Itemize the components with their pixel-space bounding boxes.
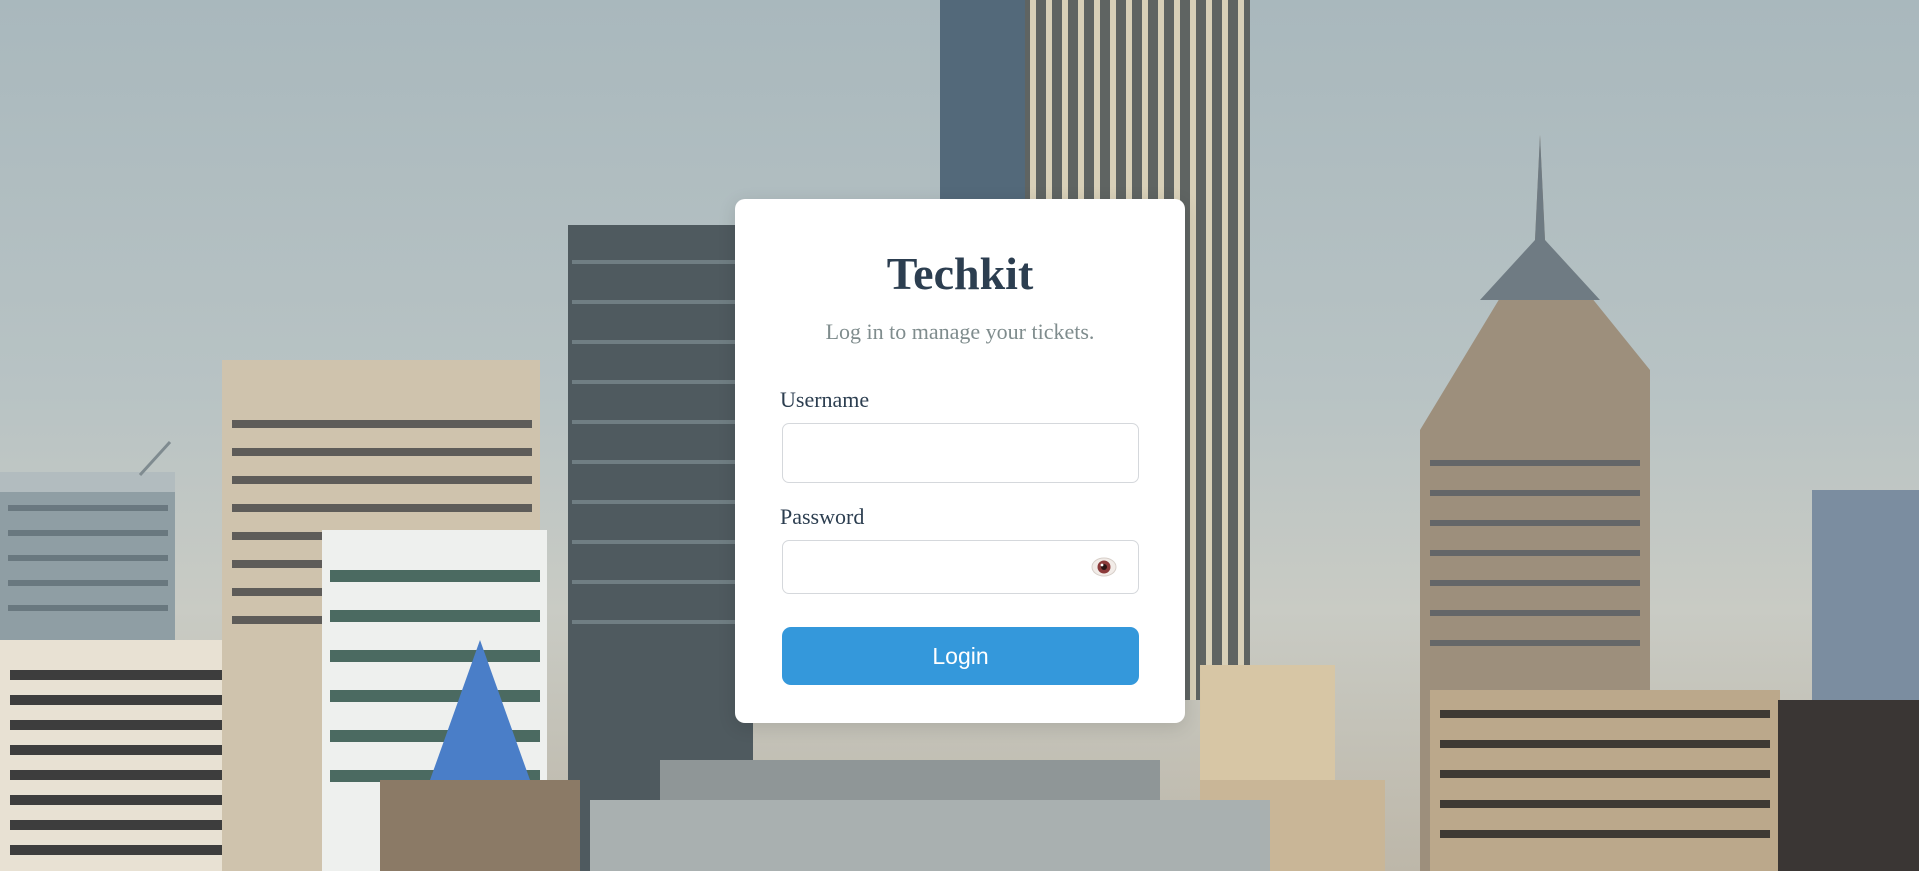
username-label: Username [780,387,870,412]
app-title: Techkit [886,248,1034,299]
password-input[interactable] [782,540,1139,594]
login-button[interactable]: Login [782,627,1139,685]
username-input[interactable] [782,423,1139,483]
login-subtitle: Log in to manage your tickets. [825,319,1095,344]
eye-icon[interactable] [1091,556,1117,578]
password-label: Password [780,504,865,529]
login-card: Techkit Log in to manage your tickets. U… [735,199,1185,723]
